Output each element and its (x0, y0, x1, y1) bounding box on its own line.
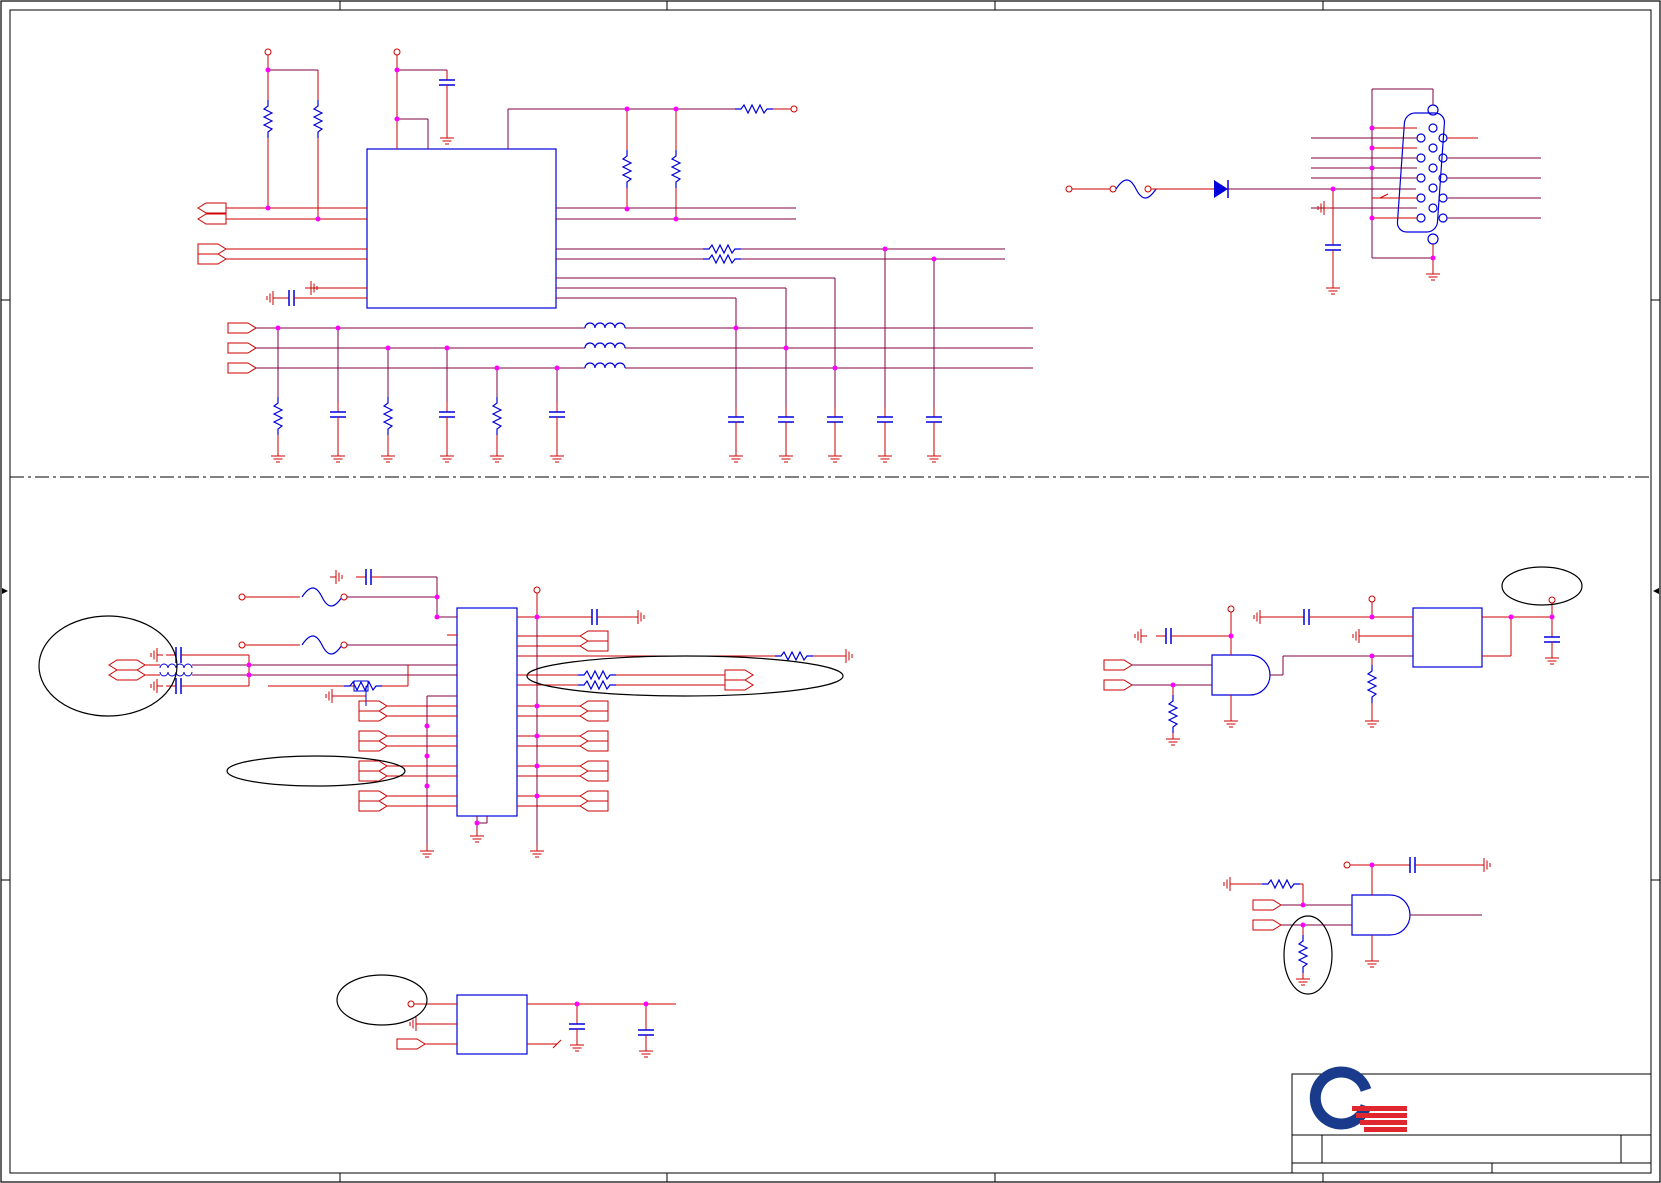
vga-connector-circuit (1065, 88, 1541, 295)
power-flag (1065, 185, 1073, 193)
zone-arrows (2, 588, 1659, 594)
quanta-logo (1309, 1066, 1407, 1132)
power-flag (238, 593, 246, 601)
buffer-ic (1412, 607, 1483, 668)
power-flag (1368, 595, 1376, 603)
power-flag (1227, 605, 1235, 613)
regulator-circuit (396, 994, 676, 1058)
annotation-circle (1283, 915, 1333, 995)
schematic-sheet (0, 0, 1661, 1183)
logic-gate-circuit-1 (1103, 595, 1561, 746)
power-flag (790, 105, 798, 113)
and-gate (1351, 894, 1411, 936)
encoder-left-ports (358, 700, 388, 812)
power-flag (393, 48, 401, 56)
annotation-circle (526, 655, 844, 697)
power-flag (407, 1000, 415, 1008)
regulator-ic (456, 994, 528, 1055)
annotation-circle (336, 974, 428, 1026)
power-flag (238, 641, 246, 649)
title-block (1291, 1066, 1652, 1174)
annotation-circle (38, 615, 178, 717)
logic-gate-circuit-2 (1223, 856, 1491, 986)
power-flag (533, 586, 541, 594)
annotation-circles (38, 566, 1583, 1026)
and-gate (1211, 654, 1271, 696)
dac-ic (366, 148, 557, 309)
db15-pins (1416, 123, 1448, 223)
annotation-circle (1501, 566, 1583, 606)
tv-encoder-circuit (108, 568, 853, 858)
power-flag (1548, 596, 1556, 604)
encoder-ic (456, 607, 518, 817)
encoder-right-ports (579, 630, 609, 812)
power-flag (1343, 861, 1351, 869)
vga-dac-circuit (197, 48, 1033, 463)
diode (1214, 180, 1228, 198)
power-flag (264, 48, 272, 56)
